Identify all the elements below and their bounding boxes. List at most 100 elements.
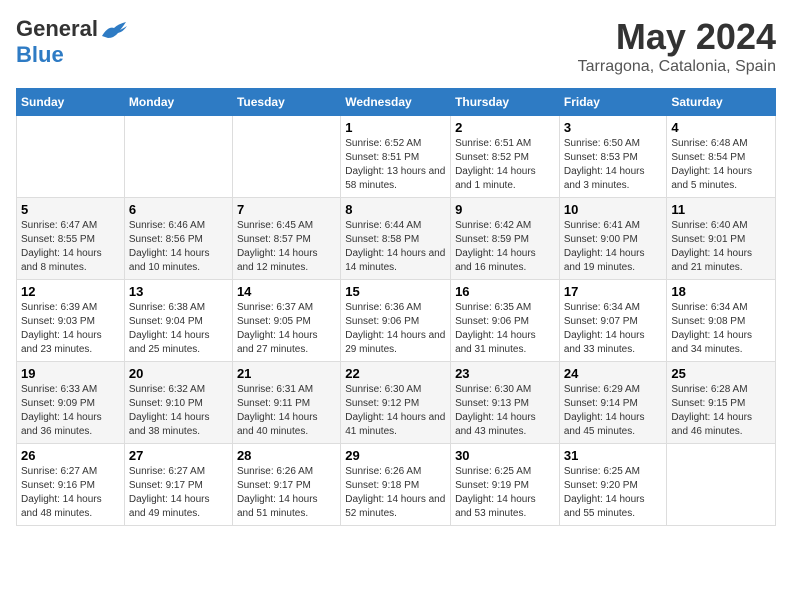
day-info: Sunrise: 6:28 AMSunset: 9:15 PMDaylight:… [671,384,752,437]
day-number: 20 [129,366,228,381]
table-cell: 11 Sunrise: 6:40 AMSunset: 9:01 PMDaylig… [667,198,776,280]
day-info: Sunrise: 6:37 AMSunset: 9:05 PMDaylight:… [237,302,318,355]
table-cell [232,116,340,198]
day-number: 3 [564,120,663,135]
day-number: 1 [345,120,446,135]
day-info: Sunrise: 6:25 AMSunset: 9:19 PMDaylight:… [455,466,536,519]
title-section: May 2024 Tarragona, Catalonia, Spain [578,16,776,76]
week-row-4: 19 Sunrise: 6:33 AMSunset: 9:09 PMDaylig… [17,362,776,444]
day-info: Sunrise: 6:27 AMSunset: 9:17 PMDaylight:… [129,466,210,519]
day-number: 25 [671,366,771,381]
logo-blue-text: Blue [16,42,64,68]
day-number: 2 [455,120,555,135]
day-info: Sunrise: 6:39 AMSunset: 9:03 PMDaylight:… [21,302,102,355]
day-info: Sunrise: 6:29 AMSunset: 9:14 PMDaylight:… [564,384,645,437]
header-tuesday: Tuesday [232,89,340,116]
table-cell: 20 Sunrise: 6:32 AMSunset: 9:10 PMDaylig… [124,362,232,444]
logo-bird-icon [100,18,128,40]
day-number: 29 [345,448,446,463]
table-cell: 5 Sunrise: 6:47 AMSunset: 8:55 PMDayligh… [17,198,125,280]
day-number: 22 [345,366,446,381]
day-number: 7 [237,202,336,217]
table-cell: 27 Sunrise: 6:27 AMSunset: 9:17 PMDaylig… [124,444,232,526]
day-info: Sunrise: 6:38 AMSunset: 9:04 PMDaylight:… [129,302,210,355]
header-wednesday: Wednesday [341,89,451,116]
day-number: 14 [237,284,336,299]
table-cell: 13 Sunrise: 6:38 AMSunset: 9:04 PMDaylig… [124,280,232,362]
table-cell: 31 Sunrise: 6:25 AMSunset: 9:20 PMDaylig… [559,444,667,526]
table-cell [124,116,232,198]
header-sunday: Sunday [17,89,125,116]
day-number: 6 [129,202,228,217]
day-info: Sunrise: 6:34 AMSunset: 9:08 PMDaylight:… [671,302,752,355]
day-info: Sunrise: 6:26 AMSunset: 9:17 PMDaylight:… [237,466,318,519]
day-info: Sunrise: 6:27 AMSunset: 9:16 PMDaylight:… [21,466,102,519]
month-title: May 2024 [578,16,776,58]
logo-general-text: General [16,16,98,42]
week-row-1: 1 Sunrise: 6:52 AMSunset: 8:51 PMDayligh… [17,116,776,198]
table-cell: 30 Sunrise: 6:25 AMSunset: 9:19 PMDaylig… [451,444,560,526]
table-cell: 4 Sunrise: 6:48 AMSunset: 8:54 PMDayligh… [667,116,776,198]
day-number: 26 [21,448,120,463]
day-number: 10 [564,202,663,217]
day-number: 5 [21,202,120,217]
table-cell: 25 Sunrise: 6:28 AMSunset: 9:15 PMDaylig… [667,362,776,444]
day-number: 11 [671,202,771,217]
page-header: General Blue May 2024 Tarragona, Catalon… [16,16,776,76]
day-info: Sunrise: 6:47 AMSunset: 8:55 PMDaylight:… [21,220,102,273]
table-cell: 1 Sunrise: 6:52 AMSunset: 8:51 PMDayligh… [341,116,451,198]
week-row-2: 5 Sunrise: 6:47 AMSunset: 8:55 PMDayligh… [17,198,776,280]
table-cell: 2 Sunrise: 6:51 AMSunset: 8:52 PMDayligh… [451,116,560,198]
table-cell: 12 Sunrise: 6:39 AMSunset: 9:03 PMDaylig… [17,280,125,362]
logo: General Blue [16,16,128,68]
day-info: Sunrise: 6:30 AMSunset: 9:12 PMDaylight:… [345,384,445,437]
day-number: 16 [455,284,555,299]
day-info: Sunrise: 6:46 AMSunset: 8:56 PMDaylight:… [129,220,210,273]
day-number: 24 [564,366,663,381]
table-cell: 26 Sunrise: 6:27 AMSunset: 9:16 PMDaylig… [17,444,125,526]
day-number: 4 [671,120,771,135]
day-info: Sunrise: 6:34 AMSunset: 9:07 PMDaylight:… [564,302,645,355]
day-number: 27 [129,448,228,463]
day-number: 31 [564,448,663,463]
day-info: Sunrise: 6:31 AMSunset: 9:11 PMDaylight:… [237,384,318,437]
day-info: Sunrise: 6:50 AMSunset: 8:53 PMDaylight:… [564,138,645,191]
table-cell: 18 Sunrise: 6:34 AMSunset: 9:08 PMDaylig… [667,280,776,362]
day-info: Sunrise: 6:36 AMSunset: 9:06 PMDaylight:… [345,302,445,355]
day-info: Sunrise: 6:45 AMSunset: 8:57 PMDaylight:… [237,220,318,273]
days-header-row: Sunday Monday Tuesday Wednesday Thursday… [17,89,776,116]
day-info: Sunrise: 6:40 AMSunset: 9:01 PMDaylight:… [671,220,752,273]
table-cell: 28 Sunrise: 6:26 AMSunset: 9:17 PMDaylig… [232,444,340,526]
day-number: 9 [455,202,555,217]
day-info: Sunrise: 6:42 AMSunset: 8:59 PMDaylight:… [455,220,536,273]
table-cell: 24 Sunrise: 6:29 AMSunset: 9:14 PMDaylig… [559,362,667,444]
table-cell: 19 Sunrise: 6:33 AMSunset: 9:09 PMDaylig… [17,362,125,444]
day-info: Sunrise: 6:48 AMSunset: 8:54 PMDaylight:… [671,138,752,191]
day-info: Sunrise: 6:51 AMSunset: 8:52 PMDaylight:… [455,138,536,191]
day-number: 15 [345,284,446,299]
day-number: 30 [455,448,555,463]
day-number: 17 [564,284,663,299]
week-row-5: 26 Sunrise: 6:27 AMSunset: 9:16 PMDaylig… [17,444,776,526]
calendar-table: Sunday Monday Tuesday Wednesday Thursday… [16,88,776,526]
week-row-3: 12 Sunrise: 6:39 AMSunset: 9:03 PMDaylig… [17,280,776,362]
header-friday: Friday [559,89,667,116]
header-thursday: Thursday [451,89,560,116]
day-info: Sunrise: 6:32 AMSunset: 9:10 PMDaylight:… [129,384,210,437]
table-cell: 7 Sunrise: 6:45 AMSunset: 8:57 PMDayligh… [232,198,340,280]
header-monday: Monday [124,89,232,116]
table-cell: 6 Sunrise: 6:46 AMSunset: 8:56 PMDayligh… [124,198,232,280]
day-info: Sunrise: 6:52 AMSunset: 8:51 PMDaylight:… [345,138,445,191]
day-number: 12 [21,284,120,299]
day-info: Sunrise: 6:30 AMSunset: 9:13 PMDaylight:… [455,384,536,437]
day-number: 8 [345,202,446,217]
table-cell: 22 Sunrise: 6:30 AMSunset: 9:12 PMDaylig… [341,362,451,444]
day-info: Sunrise: 6:41 AMSunset: 9:00 PMDaylight:… [564,220,645,273]
day-info: Sunrise: 6:35 AMSunset: 9:06 PMDaylight:… [455,302,536,355]
table-cell: 8 Sunrise: 6:44 AMSunset: 8:58 PMDayligh… [341,198,451,280]
day-info: Sunrise: 6:33 AMSunset: 9:09 PMDaylight:… [21,384,102,437]
table-cell: 15 Sunrise: 6:36 AMSunset: 9:06 PMDaylig… [341,280,451,362]
table-cell: 9 Sunrise: 6:42 AMSunset: 8:59 PMDayligh… [451,198,560,280]
table-cell: 17 Sunrise: 6:34 AMSunset: 9:07 PMDaylig… [559,280,667,362]
table-cell: 3 Sunrise: 6:50 AMSunset: 8:53 PMDayligh… [559,116,667,198]
